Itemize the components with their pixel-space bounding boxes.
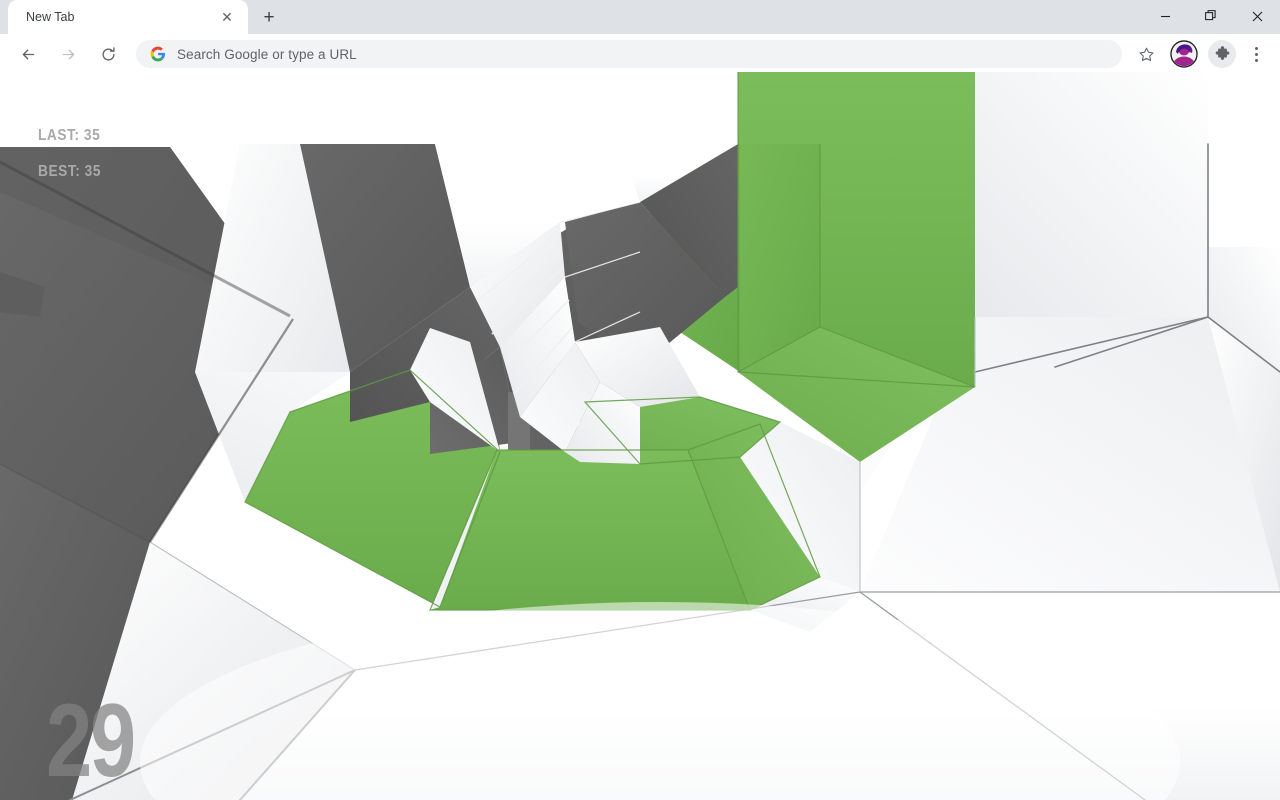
close-icon[interactable] — [1234, 0, 1280, 32]
forward-button[interactable] — [53, 39, 83, 69]
google-g-icon — [150, 46, 166, 62]
game-viewport[interactable]: LAST: 35 BEST: 35 29 — [0, 72, 1280, 800]
chrome-menu-icon[interactable] — [1242, 39, 1270, 69]
tab-close-icon[interactable]: ✕ — [216, 6, 238, 28]
game-canvas — [0, 72, 1280, 800]
tab-strip: New Tab ✕ + — [0, 0, 1280, 34]
browser-toolbar: Search Google or type a URL — [0, 34, 1280, 74]
new-tab-button[interactable]: + — [255, 3, 283, 31]
reload-button[interactable] — [93, 39, 123, 69]
address-bar[interactable]: Search Google or type a URL — [136, 40, 1122, 68]
extensions-puzzle-icon[interactable] — [1208, 40, 1236, 68]
menu-dot — [1254, 58, 1258, 62]
tab-title: New Tab — [26, 10, 75, 24]
menu-dot — [1254, 52, 1258, 56]
profile-avatar[interactable] — [1169, 39, 1199, 69]
menu-dot — [1254, 46, 1258, 50]
address-bar-placeholder: Search Google or type a URL — [177, 46, 357, 62]
browser-window: New Tab ✕ + Search Google or type a URL … — [0, 0, 1280, 800]
window-controls — [1142, 0, 1280, 32]
back-button[interactable] — [13, 39, 43, 69]
minimize-icon[interactable] — [1142, 0, 1188, 32]
bookmark-star-icon[interactable] — [1131, 39, 1161, 69]
tab-new-tab[interactable]: New Tab ✕ — [8, 0, 248, 34]
maximize-restore-icon[interactable] — [1188, 0, 1234, 32]
